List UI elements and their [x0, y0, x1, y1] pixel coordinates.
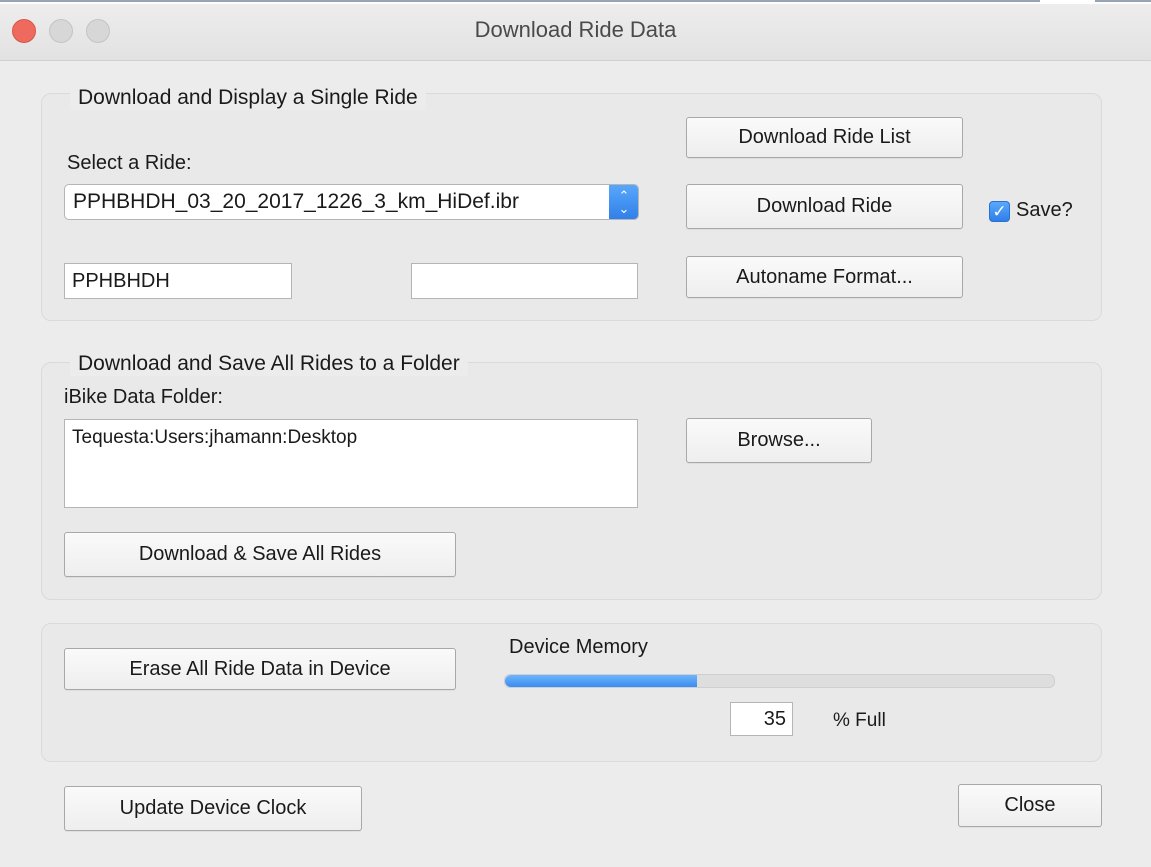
title-bar[interactable]: Download Ride Data — [0, 0, 1151, 61]
download-ride-list-button[interactable]: Download Ride List — [686, 117, 963, 158]
download-ride-button[interactable]: Download Ride — [686, 184, 963, 229]
ride-name-field[interactable]: PPHBHDH — [64, 263, 292, 299]
device-memory-progress-fill — [505, 675, 698, 687]
checkmark-icon: ✓ — [992, 202, 1007, 221]
erase-all-data-button[interactable]: Erase All Ride Data in Device — [64, 648, 456, 690]
data-folder-path-field[interactable]: Tequesta:Users:jhamann:Desktop — [64, 419, 638, 508]
data-folder-path-value: Tequesta:Users:jhamann:Desktop — [72, 427, 358, 448]
all-rides-group-title: Download and Save All Rides to a Folder — [70, 352, 468, 376]
single-ride-group-title: Download and Display a Single Ride — [70, 86, 426, 110]
update-device-clock-button[interactable]: Update Device Clock — [64, 786, 362, 831]
browse-button[interactable]: Browse... — [686, 418, 872, 463]
autoname-format-button[interactable]: Autoname Format... — [686, 256, 963, 298]
window-title: Download Ride Data — [474, 17, 677, 42]
select-ride-label: Select a Ride: — [67, 152, 192, 174]
device-memory-progress-bar — [504, 674, 1055, 688]
download-ride-data-window: Download Ride Data Download and Display … — [0, 0, 1151, 867]
ride-select-value: PPHBHDH_03_20_2017_1226_3_km_HiDef.ibr — [73, 190, 519, 213]
close-button[interactable]: Close — [958, 784, 1102, 827]
save-checkbox-label[interactable]: Save? — [1016, 199, 1073, 222]
title-bar-top-edge — [0, 0, 1151, 4]
secondary-name-field[interactable] — [411, 263, 638, 299]
data-folder-label: iBike Data Folder: — [64, 386, 223, 408]
ride-select-dropdown[interactable]: PPHBHDH_03_20_2017_1226_3_km_HiDef.ibr ⌃… — [64, 184, 639, 220]
up-down-chevron-icon: ⌃ ⌄ — [609, 185, 638, 219]
download-save-all-button[interactable]: Download & Save All Rides — [64, 532, 456, 577]
memory-percent-suffix: % Full — [833, 710, 886, 731]
device-memory-label: Device Memory — [509, 636, 648, 658]
save-checkbox[interactable]: ✓ — [989, 201, 1010, 222]
memory-percent-field: 35 — [730, 702, 793, 736]
